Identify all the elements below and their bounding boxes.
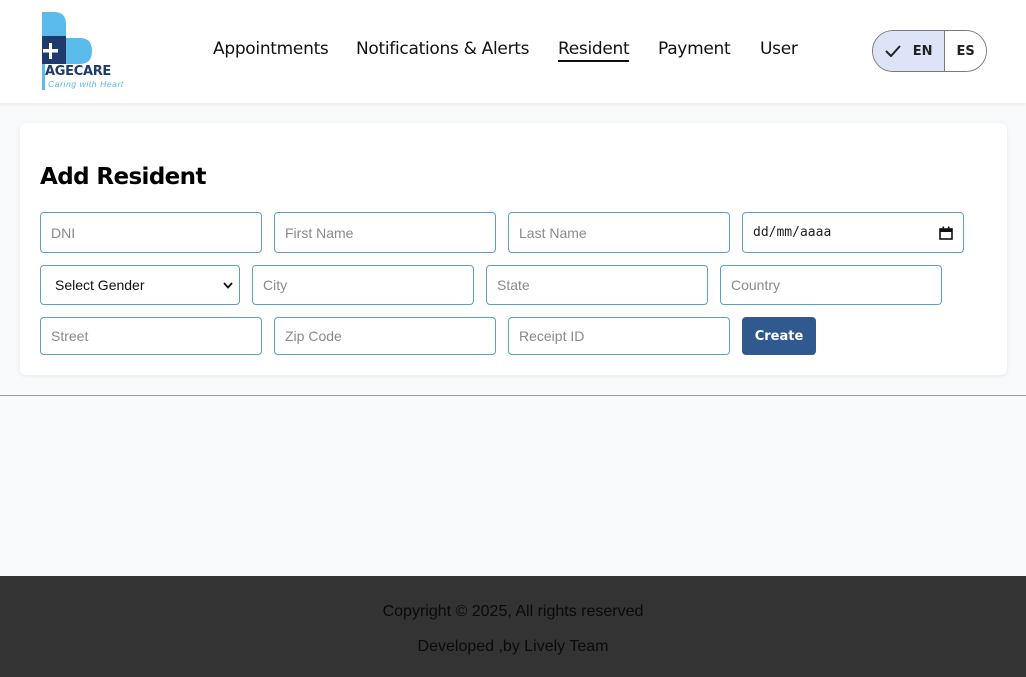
country-input[interactable] [720,265,942,305]
create-button[interactable]: Create [742,317,816,355]
state-input[interactable] [486,265,708,305]
language-en-button[interactable]: EN [873,31,946,71]
check-icon [885,45,901,57]
gender-select-value: Select Gender [55,277,145,293]
gender-select[interactable]: Select Gender [40,265,240,305]
page-title: Add Resident [40,164,206,190]
language-en-label: EN [912,43,933,59]
nav-payment[interactable]: Payment [658,39,731,59]
date-placeholder: dd/mm/aaaa [753,225,832,240]
receipt-id-input[interactable] [508,317,730,355]
calendar-icon[interactable] [939,226,953,240]
language-toggle: EN ES [872,30,987,72]
footer-copyright: Copyright © 2025, All rights reserved [382,603,644,620]
header: AGECARE Caring with Heart Appointments N… [0,0,1026,103]
nav-appointments[interactable]: Appointments [213,39,329,59]
divider [0,395,1026,396]
logo-tagline: Caring with Heart [48,79,124,89]
birth-date-input[interactable]: dd/mm/aaaa [742,212,964,253]
chevron-down-icon [223,281,233,289]
zip-code-input[interactable] [274,317,496,355]
nav-user[interactable]: User [760,39,798,59]
language-es-label: ES [956,43,975,59]
logo-brand-name: AGECARE [45,64,112,79]
dni-input[interactable] [40,212,262,253]
first-name-input[interactable] [274,212,496,253]
nav-resident[interactable]: Resident [558,39,630,62]
footer-credit: Developed ,by Lively Team [417,638,609,655]
last-name-input[interactable] [508,212,730,253]
footer: Copyright © 2025, All rights reserved De… [0,576,1026,677]
city-input[interactable] [252,265,474,305]
nav-notifications-alerts[interactable]: Notifications & Alerts [356,39,529,59]
add-resident-card: Add Resident dd/mm/aaaa Select Gender Cr… [20,123,1007,375]
street-input[interactable] [40,317,262,355]
language-es-button[interactable]: ES [945,31,986,71]
